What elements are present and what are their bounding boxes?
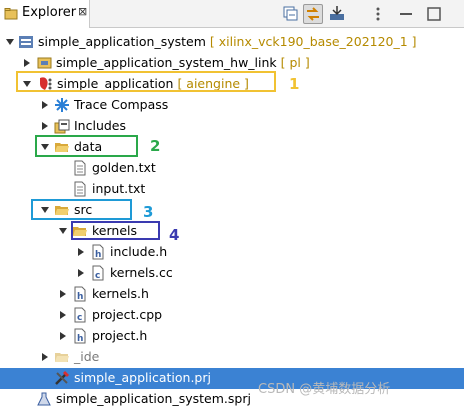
chevron-right-icon[interactable] [58, 289, 68, 299]
svg-text:c: c [95, 271, 100, 281]
header-file-icon: h [74, 328, 86, 344]
header-file-icon: h [92, 244, 104, 260]
tree-item-ide-folder[interactable]: _ide [0, 347, 464, 368]
text-file-icon [74, 181, 86, 197]
project-h-label: project.h [92, 328, 148, 343]
chevron-right-icon[interactable] [40, 100, 50, 110]
maximize-icon [427, 7, 441, 21]
project-tree: simple_application_system [ xilinx_vck19… [0, 28, 464, 409]
project-cpp-label: project.cpp [92, 307, 163, 322]
watermark: CSDN @黄埔数据分析 [258, 382, 391, 397]
chevron-right-icon[interactable] [22, 58, 32, 68]
hw-link-project-icon [37, 57, 52, 69]
chevron-right-icon[interactable] [58, 331, 68, 341]
tree-item-input-txt[interactable]: input.txt [0, 179, 464, 200]
collapse-all-icon [283, 6, 298, 21]
chevron-down-icon[interactable] [5, 37, 15, 47]
data-folder-label: data [74, 139, 103, 154]
tree-item-project-h[interactable]: h project.h [0, 326, 464, 347]
tab-explorer[interactable]: Explorer ⊠ [0, 0, 90, 28]
tree-item-golden-txt[interactable]: golden.txt [0, 158, 464, 179]
chevron-right-icon[interactable] [40, 121, 50, 131]
maximize-button[interactable] [424, 4, 444, 24]
src-folder-label: src [74, 202, 93, 217]
collapse-all-button[interactable] [281, 4, 301, 24]
svg-text:h: h [77, 334, 83, 344]
annotation-number-4: 4 [169, 226, 180, 244]
app-name: simple_application [57, 76, 174, 91]
annotation-number-3: 3 [143, 203, 154, 221]
folder-tree-icon [4, 8, 18, 20]
link-with-editor-icon [307, 7, 319, 21]
svg-text:h: h [77, 292, 83, 302]
chevron-right-icon[interactable] [40, 352, 50, 362]
folder-open-icon [55, 206, 69, 215]
platform-decoration: [ xilinx_vck190_base_202120_1 ] [209, 34, 417, 49]
sprj-file-icon [37, 392, 51, 406]
folder-open-icon [55, 143, 69, 152]
trace-compass-icon [55, 98, 69, 112]
input-txt-label: input.txt [92, 181, 146, 196]
text-file-icon [74, 160, 86, 176]
prj-file-icon [55, 370, 70, 385]
chevron-down-icon[interactable] [22, 79, 32, 89]
chevron-down-icon[interactable] [58, 226, 68, 236]
svg-text:c: c [77, 313, 82, 323]
minimize-button[interactable] [396, 4, 416, 24]
hw-link-decoration: [ pl ] [280, 55, 310, 70]
ide-folder-label: _ide [74, 349, 100, 364]
tree-item-project-cpp[interactable]: c project.cpp [0, 305, 464, 326]
aie-application-icon [40, 77, 52, 90]
import-icon [330, 6, 344, 20]
system-project-icon [19, 36, 33, 48]
chevron-right-icon[interactable] [76, 247, 86, 257]
prj-file-label: simple_application.prj [74, 370, 211, 385]
folder-open-icon [73, 227, 87, 236]
chevron-right-icon[interactable] [58, 310, 68, 320]
golden-txt-label: golden.txt [92, 160, 156, 175]
annotation-number-2: 2 [150, 137, 161, 155]
tree-item-kernels-folder[interactable]: kernels [0, 221, 464, 242]
import-button[interactable] [327, 4, 347, 24]
minimize-icon [400, 13, 412, 15]
tree-item-sprj[interactable]: simple_application_system.sprj [0, 389, 464, 410]
source-file-icon: c [74, 307, 86, 323]
tree-item-prj[interactable]: simple_application.prj [0, 368, 464, 389]
chevron-right-icon[interactable] [76, 268, 86, 278]
tab-explorer-label: Explorer [22, 5, 77, 20]
system-name: simple_application_system [38, 34, 206, 49]
link-with-editor-button[interactable] [303, 4, 323, 24]
annotation-number-1: 1 [289, 75, 300, 93]
header-file-icon: h [74, 286, 86, 302]
chevron-down-icon[interactable] [40, 205, 50, 215]
kernels-h-label: kernels.h [92, 286, 149, 301]
hw-link-name: simple_application_system_hw_link [56, 55, 277, 70]
close-icon[interactable]: ⊠ [78, 5, 87, 18]
tree-item-application[interactable]: simple_application [ aiengine ] [0, 74, 464, 95]
tree-item-includes[interactable]: Includes [0, 116, 464, 137]
tree-item-trace-compass[interactable]: Trace Compass [0, 95, 464, 116]
tree-item-include-h[interactable]: h include.h [0, 242, 464, 263]
includes-icon [54, 119, 70, 134]
view-tab-bar: Explorer ⊠ [0, 0, 464, 28]
tree-item-kernels-h[interactable]: h kernels.h [0, 284, 464, 305]
svg-text:h: h [95, 250, 101, 260]
tree-item-system[interactable]: simple_application_system [ xilinx_vck19… [0, 32, 464, 53]
chevron-down-icon[interactable] [40, 142, 50, 152]
tree-item-hw-link[interactable]: simple_application_system_hw_link [ pl ] [0, 53, 464, 74]
view-menu-button[interactable] [368, 4, 388, 24]
view-menu-icon [376, 7, 380, 21]
tree-item-src-folder[interactable]: src [0, 200, 464, 221]
sprj-file-label: simple_application_system.sprj [56, 391, 251, 406]
folder-icon [55, 353, 69, 362]
includes-label: Includes [74, 118, 127, 133]
tree-item-data-folder[interactable]: data [0, 137, 464, 158]
app-decoration: [ aiengine ] [177, 76, 249, 91]
trace-compass-label: Trace Compass [74, 97, 169, 112]
kernels-cc-label: kernels.cc [110, 265, 173, 280]
tree-item-kernels-cc[interactable]: c kernels.cc [0, 263, 464, 284]
source-file-icon: c [92, 265, 104, 281]
include-h-label: include.h [110, 244, 168, 259]
kernels-folder-label: kernels [92, 223, 138, 238]
